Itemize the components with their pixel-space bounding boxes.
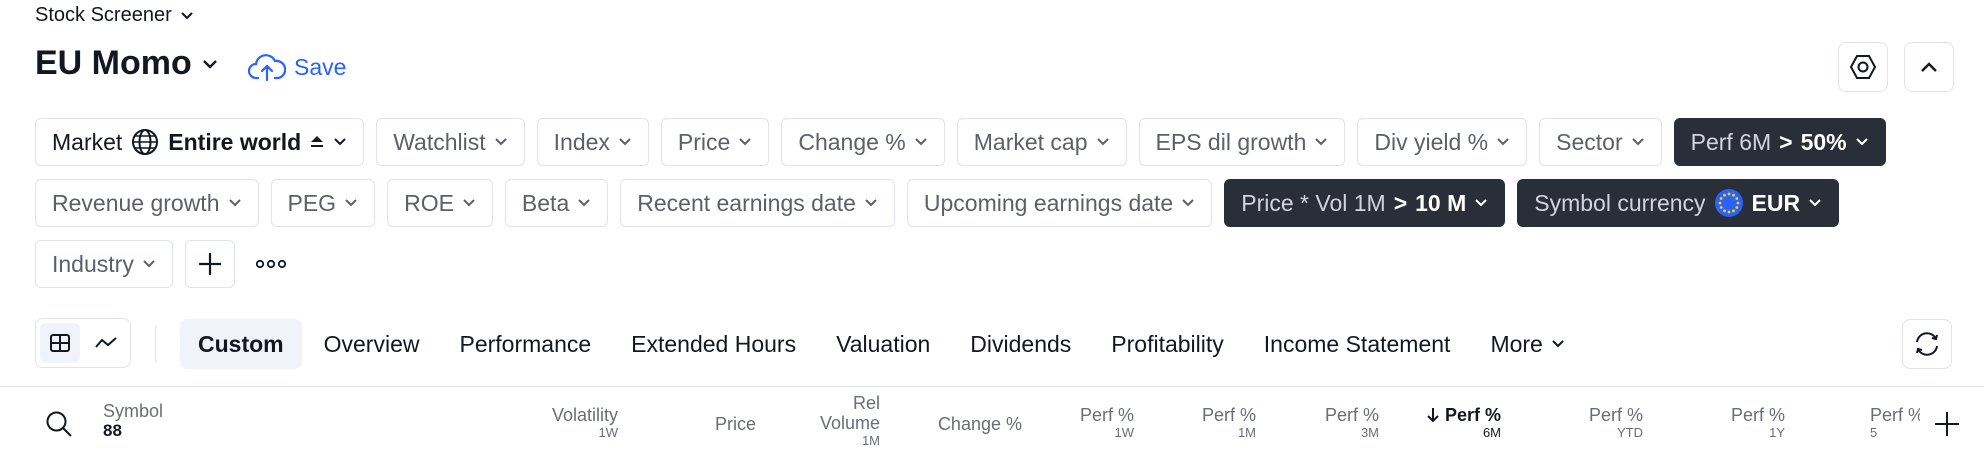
chevron-down-icon xyxy=(739,138,752,146)
divider xyxy=(155,326,156,362)
chevron-down-icon xyxy=(345,199,357,207)
filter-index[interactable]: Index xyxy=(536,118,649,166)
filter-price[interactable]: Price xyxy=(660,118,770,166)
tab-income-statement[interactable]: Income Statement xyxy=(1246,319,1469,369)
filter-perf-6m[interactable]: Perf 6M > 50% xyxy=(1673,118,1886,166)
column-header-perf-3m[interactable]: Perf % 3M xyxy=(1325,405,1379,440)
arrow-down-icon xyxy=(1427,408,1439,423)
filter-market[interactable]: Market Entire world xyxy=(35,118,365,166)
chevron-down-icon xyxy=(578,199,590,207)
search-icon xyxy=(46,411,72,437)
save-button[interactable]: Save xyxy=(248,52,346,82)
chevron-down-icon xyxy=(1809,199,1821,207)
chart-view-button[interactable] xyxy=(86,323,126,363)
filter-beta[interactable]: Beta xyxy=(504,179,609,227)
cloud-upload-icon xyxy=(248,54,286,82)
eu-flag-icon xyxy=(1714,189,1743,217)
chevron-down-icon xyxy=(181,11,193,19)
chevron-down-icon xyxy=(1552,340,1564,348)
plus-icon xyxy=(198,253,221,275)
chevron-down-icon xyxy=(1631,138,1644,146)
chevron-down-icon xyxy=(1855,138,1868,146)
filter-market-cap[interactable]: Market cap xyxy=(956,118,1127,166)
column-header-price[interactable]: Price xyxy=(715,414,756,434)
column-header-perf-1y[interactable]: Perf % 1Y xyxy=(1731,405,1785,440)
filter-price-vol-1m[interactable]: Price * Vol 1M > 10 M xyxy=(1224,179,1506,227)
chevron-down-icon xyxy=(202,59,217,69)
filter-div-yield[interactable]: Div yield % xyxy=(1357,118,1528,166)
column-header-change-percent[interactable]: Change % xyxy=(938,414,1022,434)
wave-icon xyxy=(95,337,117,348)
tab-extended-hours[interactable]: Extended Hours xyxy=(613,319,814,369)
eject-icon xyxy=(311,136,324,147)
refresh-button[interactable] xyxy=(1902,319,1952,369)
chevron-down-icon xyxy=(865,199,877,207)
table-header: Symbol 88 Volatility 1W Price Rel Volume… xyxy=(0,387,1984,462)
table-view-button[interactable] xyxy=(40,323,80,363)
hexagon-settings-icon xyxy=(1849,55,1877,79)
column-header-perf-ytd[interactable]: Perf % YTD xyxy=(1589,405,1643,440)
chevron-down-icon xyxy=(1182,199,1194,207)
view-toggle xyxy=(35,318,131,368)
symbol-count: 88 xyxy=(103,421,122,440)
chevron-down-icon xyxy=(1096,138,1109,146)
chevron-down-icon xyxy=(228,199,241,207)
breadcrumb-label: Stock Screener xyxy=(35,4,172,26)
table-icon xyxy=(50,334,70,352)
chevron-down-icon xyxy=(1497,138,1509,146)
tab-valuation[interactable]: Valuation xyxy=(818,319,948,369)
filter-recent-earnings-date[interactable]: Recent earnings date xyxy=(620,179,895,227)
chevron-up-icon xyxy=(1921,62,1937,72)
column-header-symbol[interactable]: Symbol 88 xyxy=(103,401,163,441)
filter-industry[interactable]: Industry xyxy=(35,240,173,288)
settings-button[interactable] xyxy=(1838,42,1888,92)
tab-profitability[interactable]: Profitability xyxy=(1093,319,1241,369)
add-filter-button[interactable] xyxy=(184,240,235,288)
column-header-rel-volume[interactable]: Rel Volume 1M xyxy=(820,393,880,448)
filter-symbol-currency[interactable]: Symbol currency EUR xyxy=(1517,179,1840,227)
filter-change-percent[interactable]: Change % xyxy=(781,118,945,166)
column-header-volatility[interactable]: Volatility 1W xyxy=(552,405,618,440)
filter-revenue-growth[interactable]: Revenue growth xyxy=(35,179,259,227)
more-filters-button[interactable] xyxy=(247,240,295,288)
breadcrumb-dropdown[interactable]: Stock Screener xyxy=(35,4,194,27)
screen-title-dropdown[interactable]: EU Momo xyxy=(35,44,218,83)
screen-title: EU Momo xyxy=(35,44,192,82)
add-column-button[interactable] xyxy=(1932,409,1962,444)
column-set-tabs: Custom Overview Performance Extended Hou… xyxy=(180,319,1583,369)
filter-eps-dil-growth[interactable]: EPS dil growth xyxy=(1138,118,1346,166)
tab-custom[interactable]: Custom xyxy=(180,319,302,369)
tab-overview[interactable]: Overview xyxy=(306,319,438,369)
filter-watchlist[interactable]: Watchlist xyxy=(376,118,525,166)
save-label: Save xyxy=(294,53,347,80)
chevron-down-icon xyxy=(143,260,155,268)
tab-dividends[interactable]: Dividends xyxy=(952,319,1089,369)
chevron-down-icon xyxy=(463,199,475,207)
filter-upcoming-earnings-date[interactable]: Upcoming earnings date xyxy=(906,179,1213,227)
column-header-perf-5y[interactable]: Perf % 5 xyxy=(1870,405,1920,440)
column-header-perf-1m[interactable]: Perf % 1M xyxy=(1202,405,1256,440)
collapse-button[interactable] xyxy=(1904,42,1954,92)
column-header-perf-1w[interactable]: Perf % 1W xyxy=(1080,405,1134,440)
filter-roe[interactable]: ROE xyxy=(387,179,493,227)
chevron-down-icon xyxy=(1475,199,1487,207)
chevron-down-icon xyxy=(334,138,346,146)
chevron-down-icon xyxy=(619,138,631,146)
search-symbol-button[interactable] xyxy=(44,409,74,444)
refresh-icon xyxy=(1916,332,1938,356)
column-header-perf-6m[interactable]: Perf % 6M xyxy=(1427,405,1501,440)
filter-sector[interactable]: Sector xyxy=(1539,118,1662,166)
plus-icon xyxy=(1935,412,1959,436)
globe-icon xyxy=(132,129,159,155)
chevron-down-icon xyxy=(494,138,507,146)
filter-bar: Market Entire world Watchlist Index Pric… xyxy=(35,118,1935,288)
tab-more[interactable]: More xyxy=(1472,319,1582,369)
chevron-down-icon xyxy=(1315,138,1328,146)
chevron-down-icon xyxy=(915,138,927,146)
tab-performance[interactable]: Performance xyxy=(441,319,609,369)
ellipsis-icon xyxy=(255,259,286,269)
filter-peg[interactable]: PEG xyxy=(270,179,376,227)
